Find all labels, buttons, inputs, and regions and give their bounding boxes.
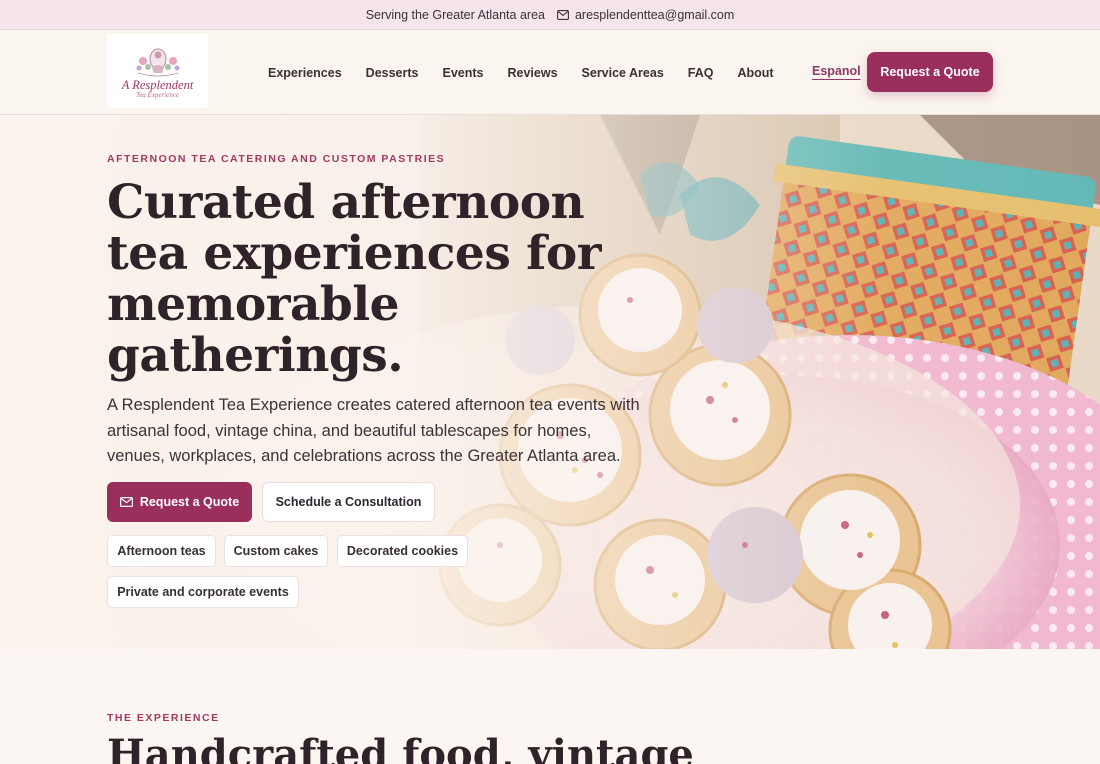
experience-eyebrow: THE EXPERIENCE <box>107 712 220 724</box>
nav-faq[interactable]: FAQ <box>688 66 714 80</box>
site-header: A Resplendent Tea Experience Experiences… <box>0 30 1100 115</box>
email-link[interactable]: aresplendenttea@gmail.com <box>557 8 734 22</box>
hero-eyebrow: AFTERNOON TEA CATERING AND CUSTOM PASTRI… <box>107 153 446 165</box>
tag-afternoon-teas[interactable]: Afternoon teas <box>107 535 216 567</box>
nav-reviews[interactable]: Reviews <box>508 66 558 80</box>
email-address: aresplendenttea@gmail.com <box>574 7 735 22</box>
tag-custom-cakes[interactable]: Custom cakes <box>224 535 328 567</box>
logo-crest-icon <box>136 48 179 77</box>
service-area-text: Serving the Greater Atlanta area <box>365 7 545 22</box>
nav-experiences[interactable]: Experiences <box>268 66 342 80</box>
logo-brand-name: A Resplendent <box>121 78 194 92</box>
nav-desserts[interactable]: Desserts <box>366 66 419 80</box>
tag-decorated-cookies[interactable]: Decorated cookies <box>337 535 468 567</box>
hero-request-quote-button[interactable]: Request a Quote <box>107 482 252 522</box>
experience-heading: Handcrafted food, vintage <box>107 731 694 764</box>
experience-section: THE EXPERIENCE Handcrafted food, vintage <box>0 649 1100 764</box>
top-announcement-bar: Serving the Greater Atlanta area aresple… <box>0 0 1100 30</box>
hero-description: A Resplendent Tea Experience creates cat… <box>107 396 640 465</box>
hero-section: AFTERNOON TEA CATERING AND CUSTOM PASTRI… <box>0 115 1100 649</box>
language-toggle-link[interactable]: Espanol <box>812 64 861 78</box>
tag-private-corporate-events[interactable]: Private and corporate events <box>107 576 299 608</box>
main-navigation: Experiences Desserts Events Reviews Serv… <box>268 30 798 115</box>
nav-events[interactable]: Events <box>443 66 484 80</box>
logo-brand-sub: Tea Experience <box>135 91 180 99</box>
mail-icon <box>119 497 133 507</box>
mail-icon <box>557 9 569 20</box>
nav-service-areas[interactable]: Service Areas <box>582 66 664 80</box>
header-request-quote-button[interactable]: Request a Quote <box>867 52 993 92</box>
site-logo[interactable]: A Resplendent Tea Experience <box>107 34 208 108</box>
schedule-consultation-button[interactable]: Schedule a Consultation <box>262 482 435 522</box>
hero-headline: Curated afternoon tea experiences for me… <box>107 175 601 383</box>
hero-request-quote-label: Request a Quote <box>139 495 240 509</box>
nav-about[interactable]: About <box>737 66 773 80</box>
